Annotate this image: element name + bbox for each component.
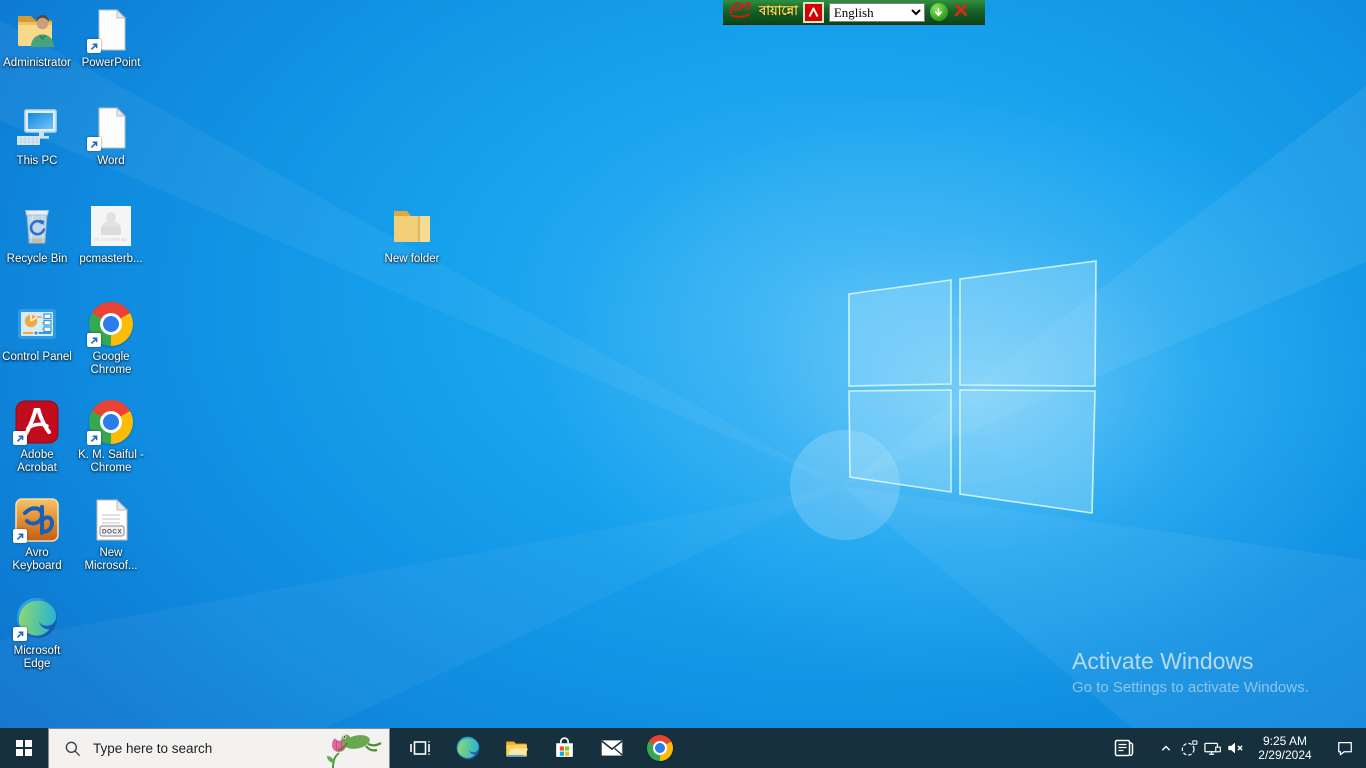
- desktop-icon-saiful-chrome[interactable]: K. M. Saiful - Chrome: [74, 398, 148, 475]
- desktop-icon-label: Control Panel: [2, 351, 72, 364]
- desktop-icon-powerpoint[interactable]: PowerPoint: [74, 6, 148, 70]
- taskbar-clock[interactable]: 9:25 AM 2/29/2024: [1246, 728, 1324, 768]
- desktop-icon-new-folder[interactable]: New folder: [375, 202, 449, 266]
- search-doodle-frog-tulip-image: [299, 730, 387, 768]
- microsoft-store-button[interactable]: [540, 728, 588, 768]
- docx-file-icon: DOCX: [87, 496, 135, 544]
- desktop-icon-label: PowerPoint: [82, 57, 141, 70]
- desktop-icon-label: Recycle Bin: [7, 253, 68, 266]
- desktop-icon-new-docx[interactable]: DOCX New Microsof...: [74, 496, 148, 573]
- computer-icon: [13, 104, 61, 152]
- activate-windows-watermark: Activate Windows Go to Settings to activ…: [1072, 648, 1309, 696]
- news-and-interests-button[interactable]: [1105, 728, 1143, 768]
- chevron-up-icon: [1157, 739, 1175, 757]
- task-view-button[interactable]: [396, 728, 444, 768]
- desktop-icon-adobe-acrobat[interactable]: Adobe Acrobat: [0, 398, 74, 475]
- desktop-icon-control-panel[interactable]: Control Panel: [0, 300, 74, 364]
- desktop-icon-administrator[interactable]: Administrator: [0, 6, 74, 70]
- svg-text:PC MASTER BD: PC MASTER BD: [95, 237, 128, 242]
- avro-dock-down-button[interactable]: [930, 3, 948, 21]
- network-tray-button[interactable]: [1200, 728, 1223, 768]
- taskbar-app-buttons: [396, 728, 684, 768]
- volume-muted-tray-button[interactable]: [1223, 728, 1246, 768]
- avro-app-icon[interactable]: [803, 2, 824, 23]
- search-icon: [63, 739, 83, 759]
- svg-text:DOCX: DOCX: [102, 529, 122, 536]
- desktop-icon-microsoft-edge[interactable]: Microsoft Edge: [0, 594, 74, 671]
- edge-taskbar-button[interactable]: [444, 728, 492, 768]
- recycle-bin-icon: [13, 202, 61, 250]
- desktop-icon-pcmaster[interactable]: PC MASTER BD pcmasterb...: [74, 202, 148, 266]
- ime-language-icon: [1179, 738, 1199, 758]
- news-icon: [1112, 736, 1136, 760]
- desktop-icon-label: K. M. Saiful - Chrome: [75, 449, 147, 475]
- chrome-taskbar-button[interactable]: [636, 728, 684, 768]
- desktop-icon-label: Microsoft Edge: [1, 645, 73, 671]
- system-tray: 9:25 AM 2/29/2024: [1105, 728, 1366, 768]
- avro-language-select[interactable]: English: [829, 3, 925, 22]
- avro-close-button[interactable]: [953, 2, 969, 23]
- file-explorer-icon: [503, 735, 529, 761]
- desktop-wallpaper: Administrator This PC: [0, 0, 1366, 768]
- folder-icon: [388, 202, 436, 250]
- ime-language-tray-button[interactable]: [1177, 728, 1200, 768]
- desktop-icon-word[interactable]: Word: [74, 104, 148, 168]
- clock-time: 9:25 AM: [1263, 734, 1307, 748]
- desktop-icon-label: Administrator: [3, 57, 71, 70]
- watermark-subtitle: Go to Settings to activate Windows.: [1072, 679, 1309, 696]
- shortcut-arrow-icon: [13, 627, 27, 641]
- desktop-icon-label: pcmasterb...: [79, 253, 142, 266]
- store-icon: [552, 736, 577, 761]
- avro-keyboard-toolbar: বায়ান্নো English: [723, 0, 985, 25]
- watermark-title: Activate Windows: [1072, 648, 1309, 675]
- desktop-icon-google-chrome[interactable]: Google Chrome: [74, 300, 148, 377]
- volume-muted-icon: [1225, 738, 1245, 758]
- document-icon: [87, 6, 135, 54]
- shortcut-arrow-icon: [13, 529, 27, 543]
- desktop-icon-label: New folder: [385, 253, 440, 266]
- network-icon: [1202, 738, 1222, 758]
- desktop-icon-this-pc[interactable]: This PC: [0, 104, 74, 168]
- control-panel-icon: [13, 300, 61, 348]
- desktop-icon-label: Google Chrome: [75, 351, 147, 377]
- tray-expand-chevron[interactable]: [1155, 728, 1177, 768]
- mail-button[interactable]: [588, 728, 636, 768]
- desktop-icon-label: Adobe Acrobat: [1, 449, 73, 475]
- start-button[interactable]: [0, 728, 48, 768]
- image-thumbnail-icon: PC MASTER BD: [87, 202, 135, 250]
- avro-keyboard-icon: [13, 496, 61, 544]
- shortcut-arrow-icon: [87, 333, 101, 347]
- shortcut-arrow-icon: [87, 431, 101, 445]
- clock-date: 2/29/2024: [1258, 748, 1311, 762]
- user-folder-icon: [13, 6, 61, 54]
- search-box[interactable]: [48, 728, 390, 768]
- edge-icon: [455, 735, 481, 761]
- desktop-icon-label: New Microsof...: [75, 547, 147, 573]
- file-explorer-button[interactable]: [492, 728, 540, 768]
- avro-brand-text: বায়ান্নো: [759, 2, 798, 23]
- document-icon: [87, 104, 135, 152]
- avro-brand-logo-icon: [728, 0, 754, 25]
- acrobat-icon: [13, 398, 61, 446]
- shortcut-arrow-icon: [87, 39, 101, 53]
- action-center-button[interactable]: [1324, 728, 1366, 768]
- chrome-icon: [647, 735, 673, 761]
- chrome-icon: [87, 300, 135, 348]
- action-center-icon: [1335, 738, 1355, 758]
- edge-icon: [13, 594, 61, 642]
- mail-icon: [599, 735, 625, 761]
- task-view-icon: [408, 736, 432, 760]
- desktop-icon-label: This PC: [17, 155, 58, 168]
- desktop-icon-label: Avro Keyboard: [1, 547, 73, 573]
- shortcut-arrow-icon: [13, 431, 27, 445]
- chrome-icon: [87, 398, 135, 446]
- desktop-icon-recycle-bin[interactable]: Recycle Bin: [0, 202, 74, 266]
- shortcut-arrow-icon: [87, 137, 101, 151]
- windows-logo-icon: [16, 740, 33, 757]
- desktop-icon-avro-keyboard[interactable]: Avro Keyboard: [0, 496, 74, 573]
- desktop-icon-label: Word: [97, 155, 124, 168]
- taskbar: 9:25 AM 2/29/2024: [0, 728, 1366, 768]
